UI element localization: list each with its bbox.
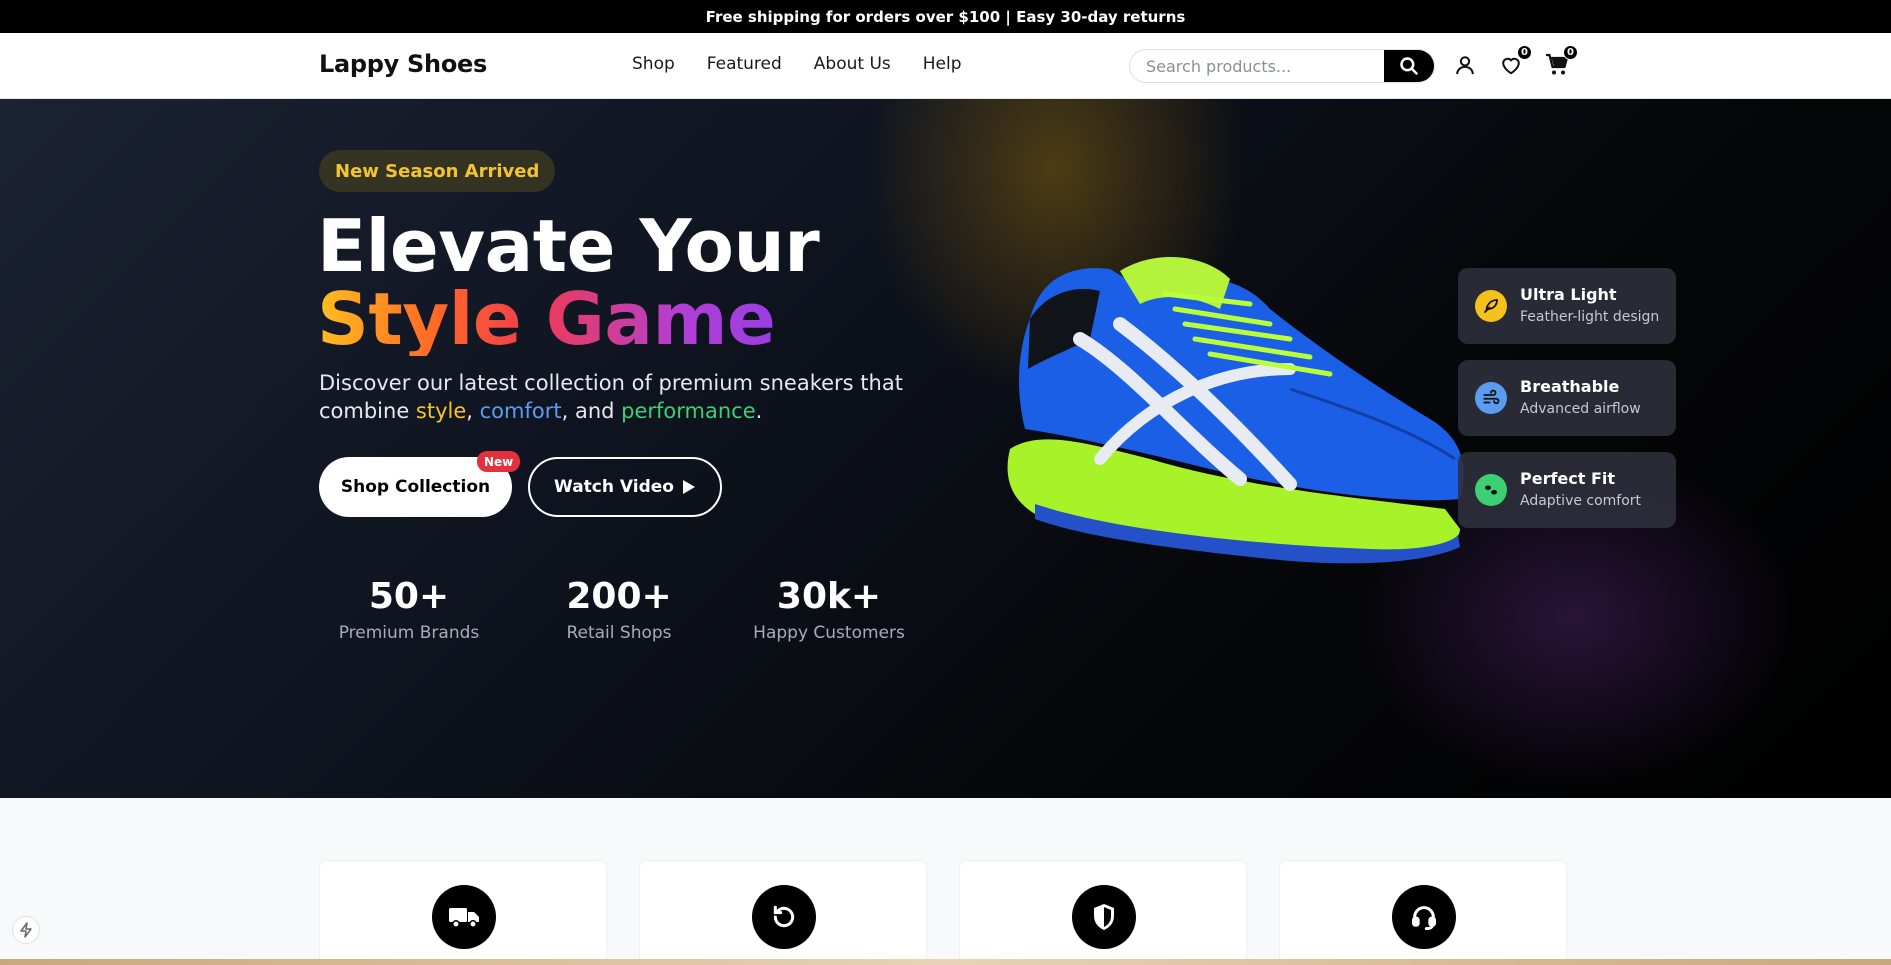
stat-number: 200+: [566, 576, 672, 617]
sneaker-image: [1007, 257, 1464, 564]
stat-label: Retail Shops: [566, 623, 672, 643]
site-logo[interactable]: Lappy Shoes: [319, 50, 487, 78]
desc-suffix: .: [755, 399, 763, 423]
nav-menu: Shop Featured About Us Help: [632, 54, 962, 74]
cart-count-badge: 0: [1563, 45, 1578, 60]
desc-style: style: [415, 399, 467, 423]
play-icon: [682, 480, 695, 494]
service-card-shipping: [319, 860, 607, 965]
services-section: [0, 798, 1891, 965]
feature-card-ultra-light: Ultra Light Feather-light design: [1458, 268, 1676, 344]
watch-video-label: Watch Video: [554, 477, 674, 497]
cart-button[interactable]: 0: [1544, 45, 1578, 79]
hero-description: Discover our latest collection of premiu…: [319, 369, 939, 425]
main-nav: Lappy Shoes Shop Featured About Us Help …: [0, 33, 1891, 99]
account-button[interactable]: [1452, 51, 1478, 79]
search-icon: [1400, 57, 1418, 75]
feature-subtitle: Advanced airflow: [1520, 401, 1641, 417]
truck-icon: [432, 885, 496, 949]
hero-title-line1: Elevate Your: [317, 204, 820, 288]
feature-title: Breathable: [1520, 377, 1620, 396]
nav-item-help[interactable]: Help: [923, 54, 962, 74]
watch-video-button[interactable]: Watch Video: [528, 457, 722, 517]
shop-collection-label: Shop Collection: [340, 477, 491, 497]
service-card-secure: [959, 860, 1247, 965]
nav-actions: 0 0: [1452, 45, 1578, 79]
user-icon: [1456, 56, 1474, 75]
return-icon: [752, 885, 816, 949]
desc-sep2: , and: [561, 399, 622, 423]
hero-section: New Season Arrived Elevate Your Style Ga…: [0, 99, 1891, 798]
hero-title-line2: Style Game: [317, 277, 776, 361]
announcement-bar: Free shipping for orders over $100 | Eas…: [0, 0, 1891, 33]
nav-item-about[interactable]: About Us: [814, 54, 891, 74]
search-input[interactable]: [1130, 50, 1384, 82]
stat-number: 50+: [368, 576, 450, 617]
feature-title: Ultra Light: [1520, 285, 1617, 304]
feature-subtitle: Feather-light design: [1520, 309, 1660, 325]
desc-comfort: comfort: [479, 399, 562, 423]
wind-icon: [1475, 382, 1507, 414]
wishlist-button[interactable]: 0: [1498, 45, 1532, 79]
footprints-icon: [1475, 474, 1507, 506]
desc-performance: performance: [621, 399, 756, 423]
stat-brands: 50+ Premium Brands: [319, 576, 499, 644]
wishlist-count-badge: 0: [1517, 45, 1532, 60]
new-tag-badge: New: [477, 451, 521, 472]
bolt-icon: [20, 922, 32, 938]
feature-card-perfect-fit: Perfect Fit Adaptive comfort: [1458, 452, 1676, 528]
quick-action-button[interactable]: [12, 916, 40, 944]
stat-shops: 200+ Retail Shops: [529, 576, 709, 644]
nav-item-featured[interactable]: Featured: [707, 54, 782, 74]
stat-label: Happy Customers: [753, 623, 905, 643]
nav-item-shop[interactable]: Shop: [632, 54, 675, 74]
feature-title: Perfect Fit: [1520, 469, 1616, 488]
service-card-returns: [639, 860, 927, 965]
feather-icon: [1475, 290, 1507, 322]
new-season-badge: New Season Arrived: [319, 150, 556, 192]
service-card-support: [1279, 860, 1567, 965]
search-bar: [1129, 49, 1435, 83]
stat-customers: 30k+ Happy Customers: [739, 576, 919, 644]
search-button[interactable]: [1384, 50, 1434, 82]
feature-card-breathable: Breathable Advanced airflow: [1458, 360, 1676, 436]
stat-number: 30k+: [776, 576, 882, 617]
headset-icon: [1392, 885, 1456, 949]
announcement-text: Free shipping for orders over $100 | Eas…: [705, 7, 1186, 26]
shield-icon: [1072, 885, 1136, 949]
feature-subtitle: Adaptive comfort: [1520, 493, 1642, 509]
desc-sep1: ,: [466, 399, 480, 423]
bottom-edge-bar: [0, 959, 1891, 965]
stat-label: Premium Brands: [338, 623, 480, 643]
